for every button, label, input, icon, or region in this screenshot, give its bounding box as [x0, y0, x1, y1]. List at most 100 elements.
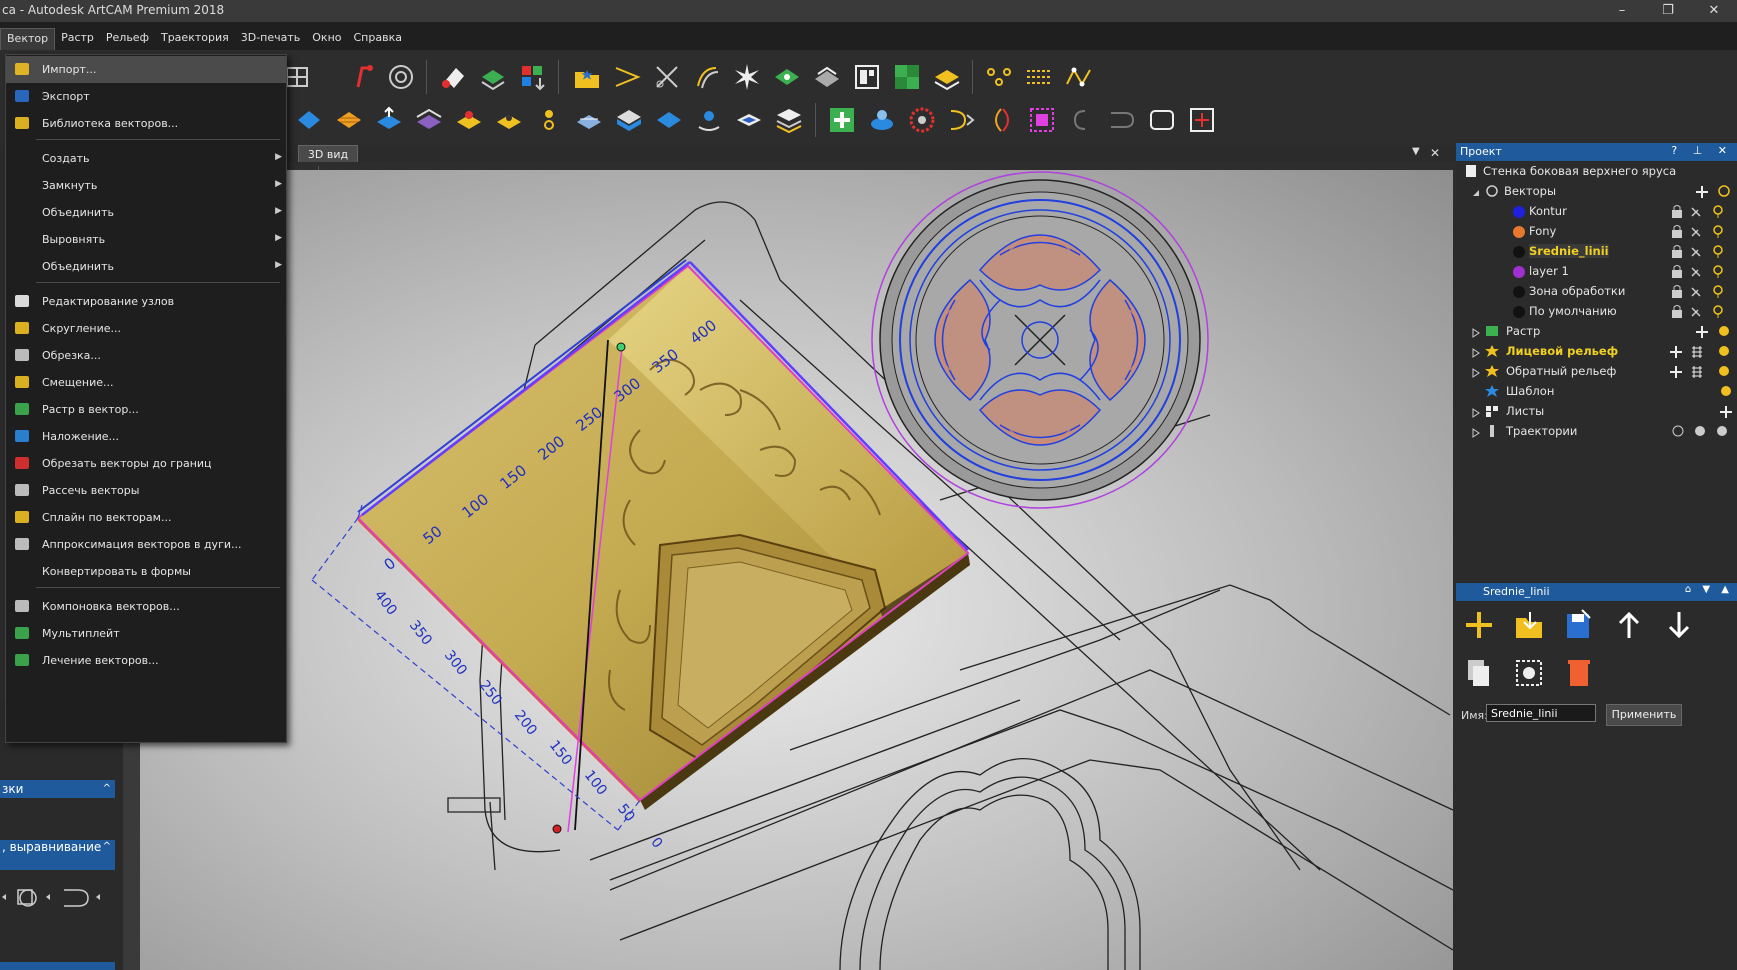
move-down-icon[interactable] — [1668, 612, 1690, 639]
menu-item-node-editing[interactable]: Редактирование узлов — [6, 288, 286, 315]
color-layers-icon[interactable] — [518, 62, 548, 92]
tree-item-sheets[interactable]: Листы — [1506, 404, 1544, 418]
menu-item-fillet[interactable]: Скругление... — [6, 315, 286, 342]
menu-item-trim[interactable]: Обрезка... — [6, 342, 286, 369]
add-sheet-icon[interactable] — [1718, 404, 1734, 423]
left-panel-header-1[interactable]: зки ^ — [0, 780, 115, 798]
menu-vector[interactable]: Вектор — [0, 28, 56, 52]
menu-item-join[interactable]: Объединить ▶ — [6, 199, 286, 226]
relief-sweep-icon[interactable] — [574, 105, 604, 135]
expand-arrow-icon[interactable] — [1471, 427, 1481, 441]
layer-name-field[interactable] — [1486, 704, 1596, 722]
minimize-button[interactable]: – — [1599, 0, 1645, 22]
menu-window[interactable]: Окно — [306, 28, 347, 50]
menu-item-nesting[interactable]: Компоновка векторов... — [6, 593, 286, 620]
menu-item-close[interactable]: Замкнуть ▶ — [6, 172, 286, 199]
import-layer-icon[interactable] — [1516, 612, 1542, 638]
relief-flat-icon[interactable] — [734, 105, 764, 135]
menu-item-join-2[interactable]: Объединить ▶ — [6, 253, 286, 280]
relief-merge-icon[interactable] — [454, 105, 484, 135]
menu-item-vector-doctor[interactable]: Лечение векторов... — [6, 647, 286, 674]
layer-lock-visibility-icons[interactable] — [1670, 284, 1736, 303]
project-panel-buttons[interactable]: ? ⊥ ✕ — [1671, 144, 1733, 157]
overlay-icon[interactable] — [867, 105, 897, 135]
tree-item-face-relief[interactable]: Лицевой рельеф — [1506, 344, 1618, 358]
layer-lock-visibility-icons[interactable] — [1670, 264, 1736, 283]
import-folder-icon[interactable] — [572, 62, 602, 92]
delete-layer-icon[interactable] — [1568, 660, 1590, 686]
menu-help[interactable]: Справка — [348, 28, 408, 50]
node-edit-icon[interactable] — [1064, 62, 1094, 92]
rounded-rect-icon[interactable] — [1147, 105, 1177, 135]
arc-tool-icon[interactable] — [64, 889, 89, 907]
relief-subtract-icon[interactable] — [494, 105, 524, 135]
layer-lock-visibility-icons[interactable] — [1670, 224, 1736, 243]
menu-item-align[interactable]: Выровнять ▶ — [6, 226, 286, 253]
menu-item-multiplate[interactable]: Мультиплейт — [6, 620, 286, 647]
relief-blend-icon[interactable] — [414, 105, 444, 135]
menu-item-export[interactable]: Экспорт — [6, 83, 286, 110]
layer-color-icon[interactable] — [1513, 246, 1525, 258]
tree-item-vectors[interactable]: Векторы — [1504, 184, 1556, 198]
relief-shape-icon[interactable] — [294, 105, 324, 135]
bounding-box-icon[interactable] — [1187, 105, 1217, 135]
vectors-actions-icon[interactable] — [1694, 184, 1734, 203]
layer-lock-visibility-icons[interactable] — [1670, 204, 1736, 223]
select-region-icon[interactable] — [1027, 105, 1057, 135]
move-up-icon[interactable] — [1618, 611, 1640, 638]
arc-fit-icon[interactable] — [947, 105, 977, 135]
menu-relief[interactable]: Рельеф — [100, 28, 155, 50]
left-panel-header-2[interactable]: , выравнивание ^ — [0, 840, 115, 870]
menu-toolpath[interactable]: Траектория — [155, 28, 235, 50]
node-points-icon[interactable] — [984, 62, 1014, 92]
chevron-up-icon[interactable]: ^ — [103, 840, 111, 854]
wrap-icon[interactable] — [812, 62, 842, 92]
relief-spin-icon[interactable] — [694, 105, 724, 135]
3d-viewport[interactable]: 0 50 100 150 200 250 300 350 400 400 350 300 250 200 1… — [140, 170, 1453, 970]
multiplate-icon[interactable] — [892, 62, 922, 92]
relief-point-icon[interactable] — [534, 105, 564, 135]
menu-item-import[interactable]: Импорт... — [6, 56, 286, 83]
select-layer-icon[interactable] — [1516, 660, 1542, 686]
raster-actions-icon[interactable] — [1694, 324, 1734, 343]
tree-item-toolpaths[interactable]: Траектории — [1506, 424, 1577, 438]
nesting-icon[interactable] — [852, 62, 882, 92]
relief-extrude-icon[interactable] — [614, 105, 644, 135]
menu-item-offset[interactable]: Смещение... — [6, 369, 286, 396]
left-panel-header-3[interactable] — [0, 962, 115, 970]
tree-item-back-relief[interactable]: Обратный рельеф — [1506, 364, 1616, 378]
menu-raster[interactable]: Растр — [55, 28, 100, 50]
menu-item-create[interactable]: Создать ▶ — [6, 145, 286, 172]
layer-lock-visibility-icons[interactable] — [1670, 304, 1736, 323]
add-layer-icon[interactable] — [1466, 612, 1492, 638]
layer-color-icon[interactable] — [1513, 226, 1525, 238]
copy-layer-icon[interactable] — [1468, 660, 1489, 686]
relief-up-icon[interactable] — [374, 105, 404, 135]
offset-icon[interactable] — [692, 62, 722, 92]
vector-heal-icon[interactable] — [827, 105, 857, 135]
template-visibility-icon[interactable] — [1718, 384, 1734, 403]
open-arc-icon[interactable] — [1107, 105, 1137, 135]
fillet-icon[interactable] — [612, 62, 642, 92]
apply-button[interactable]: Применить — [1606, 704, 1682, 726]
menu-item-convert-to-shapes[interactable]: Конвертировать в формы — [6, 558, 286, 585]
menu-item-raster-to-vector[interactable]: Растр в вектор... — [6, 396, 286, 423]
paint-bucket-icon[interactable] — [438, 62, 468, 92]
menu-item-overlay[interactable]: Наложение... — [6, 423, 286, 450]
expand-arrow-icon[interactable] — [1471, 347, 1481, 361]
expand-arrow-icon[interactable] — [1471, 327, 1481, 341]
relief-stack-icon[interactable] — [932, 62, 962, 92]
collapse-arrow-icon[interactable] — [1471, 187, 1481, 201]
layer-lock-visibility-icons[interactable] — [1670, 244, 1736, 263]
menu-item-split-vectors[interactable]: Рассечь векторы — [6, 477, 286, 504]
back-relief-actions-icon[interactable] — [1668, 364, 1734, 383]
expand-arrow-icon[interactable] — [1471, 367, 1481, 381]
relief-lines-icon[interactable] — [334, 105, 364, 135]
node-point-green[interactable] — [616, 342, 626, 352]
mirror-icon[interactable] — [987, 105, 1017, 135]
bitmap-to-vector-icon[interactable] — [478, 62, 508, 92]
relief-plane-icon[interactable] — [654, 105, 684, 135]
star-icon[interactable] — [732, 62, 762, 92]
tree-item-template[interactable]: Шаблон — [1506, 384, 1554, 398]
dashed-lines-icon[interactable] — [1024, 62, 1054, 92]
